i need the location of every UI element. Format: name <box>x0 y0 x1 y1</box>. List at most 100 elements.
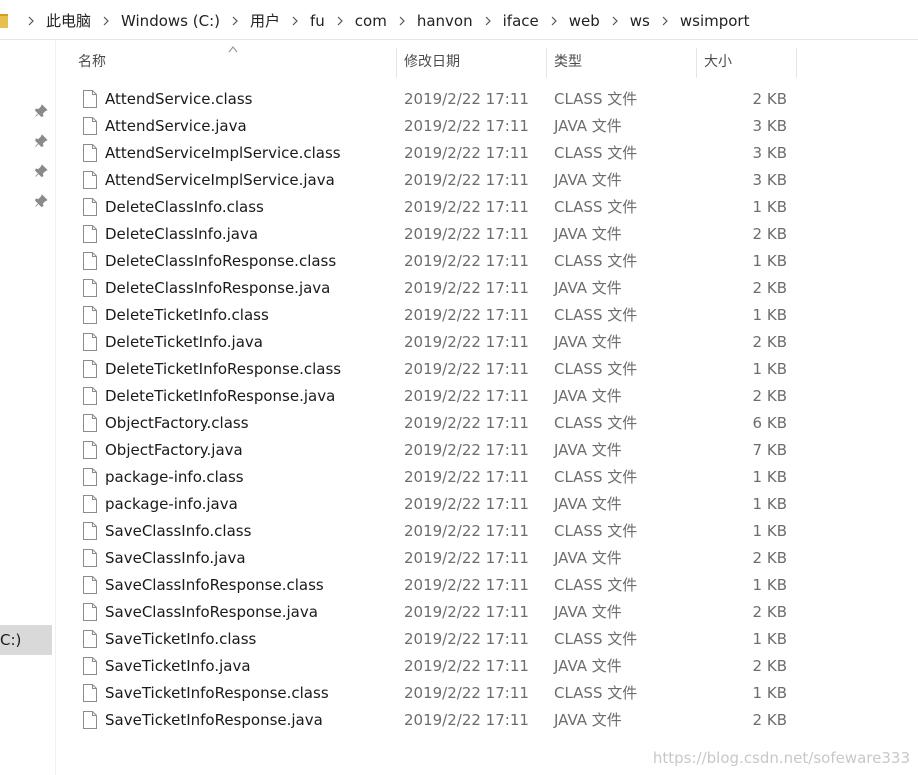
file-row[interactable]: DeleteClassInfoResponse.java 2019/2/22 17… <box>56 275 918 302</box>
column-divider[interactable] <box>396 48 397 78</box>
file-row[interactable]: AttendService.class 2019/2/22 17:11 CLASS … <box>56 86 918 113</box>
file-row[interactable]: SaveTicketInfoResponse.java 2019/2/22 17:… <box>56 707 918 734</box>
file-type: CLASS 文件 <box>554 90 638 108</box>
file-modified-date: 2019/2/22 17:11 <box>404 144 529 162</box>
file-name[interactable]: package-info.java <box>105 491 238 518</box>
file-size: 1 KB <box>752 360 787 378</box>
column-header-type[interactable]: 类型 <box>554 44 582 80</box>
file-name[interactable]: SaveClassInfo.class <box>105 518 251 545</box>
file-name[interactable]: AttendService.class <box>105 86 252 113</box>
breadcrumb-item[interactable]: com <box>349 10 393 32</box>
file-row[interactable]: SaveTicketInfo.java 2019/2/22 17:11 JAVA 文… <box>56 653 918 680</box>
file-row[interactable]: SaveTicketInfoResponse.class 2019/2/22 17… <box>56 680 918 707</box>
file-type: CLASS 文件 <box>554 306 638 324</box>
file-name[interactable]: AttendService.java <box>105 113 247 140</box>
file-name[interactable]: DeleteClassInfoResponse.class <box>105 248 336 275</box>
file-name[interactable]: SaveClassInfoResponse.class <box>105 572 324 599</box>
chevron-right-icon[interactable] <box>393 16 411 26</box>
file-name[interactable]: DeleteTicketInfoResponse.java <box>105 383 335 410</box>
file-row[interactable]: DeleteClassInfo.java 2019/2/22 17:11 JAVA … <box>56 221 918 248</box>
file-modified-date: 2019/2/22 17:11 <box>404 279 529 297</box>
file-size: 1 KB <box>752 630 787 648</box>
file-row[interactable]: SaveClassInfo.java 2019/2/22 17:11 JAVA 文件… <box>56 545 918 572</box>
file-name[interactable]: DeleteTicketInfo.java <box>105 329 263 356</box>
pin-icon[interactable] <box>34 193 48 207</box>
file-name[interactable]: DeleteTicketInfo.class <box>105 302 269 329</box>
chevron-right-icon[interactable] <box>479 16 497 26</box>
file-type: JAVA 文件 <box>554 225 622 243</box>
file-row[interactable]: package-info.class 2019/2/22 17:11 CLASS 文… <box>56 464 918 491</box>
file-type: JAVA 文件 <box>554 603 622 621</box>
chevron-right-icon[interactable] <box>545 16 563 26</box>
chevron-right-icon[interactable] <box>226 16 244 26</box>
file-modified-date: 2019/2/22 17:11 <box>404 549 529 567</box>
breadcrumb-item[interactable]: wsimport <box>674 10 756 32</box>
file-row[interactable]: SaveTicketInfo.class 2019/2/22 17:11 CLASS… <box>56 626 918 653</box>
file-row[interactable]: DeleteClassInfoResponse.class 2019/2/22 1… <box>56 248 918 275</box>
file-icon <box>83 414 97 432</box>
file-row[interactable]: SaveClassInfoResponse.class 2019/2/22 17:… <box>56 572 918 599</box>
watermark: https://blog.csdn.net/sofeware333 <box>652 749 910 767</box>
breadcrumb-item[interactable]: iface <box>497 10 545 32</box>
file-name[interactable]: DeleteTicketInfoResponse.class <box>105 356 341 383</box>
file-row[interactable]: DeleteTicketInfo.class 2019/2/22 17:11 CLA… <box>56 302 918 329</box>
pin-icon[interactable] <box>34 103 48 117</box>
file-name[interactable]: SaveTicketInfoResponse.class <box>105 680 329 707</box>
file-row[interactable]: ObjectFactory.class 2019/2/22 17:11 CLASS … <box>56 410 918 437</box>
breadcrumb-item[interactable]: ws <box>624 10 656 32</box>
file-name[interactable]: AttendServiceImplService.class <box>105 140 341 167</box>
column-header-name[interactable]: 名称 <box>78 44 106 80</box>
file-size: 3 KB <box>752 171 787 189</box>
nav-item-windows-drive[interactable]: C:) <box>0 625 52 655</box>
file-type: JAVA 文件 <box>554 711 622 729</box>
file-row[interactable]: DeleteClassInfo.class 2019/2/22 17:11 CLAS… <box>56 194 918 221</box>
breadcrumb-item[interactable]: 此电脑 <box>40 10 97 32</box>
breadcrumb-item[interactable]: fu <box>304 10 331 32</box>
pin-icon[interactable] <box>34 133 48 147</box>
chevron-right-icon[interactable] <box>656 16 674 26</box>
file-type: CLASS 文件 <box>554 522 638 540</box>
column-divider[interactable] <box>796 48 797 78</box>
file-name[interactable]: SaveClassInfo.java <box>105 545 246 572</box>
breadcrumb-item[interactable]: 用户 <box>244 10 286 32</box>
file-name[interactable]: package-info.class <box>105 464 244 491</box>
file-name[interactable]: ObjectFactory.java <box>105 437 243 464</box>
file-row[interactable]: AttendService.java 2019/2/22 17:11 JAVA 文件… <box>56 113 918 140</box>
file-size: 1 KB <box>752 306 787 324</box>
chevron-right-icon[interactable] <box>286 16 304 26</box>
column-header-size[interactable]: 大小 <box>704 44 732 80</box>
file-name[interactable]: SaveTicketInfoResponse.java <box>105 707 323 734</box>
sort-ascending-icon <box>228 38 238 53</box>
column-divider[interactable] <box>546 48 547 78</box>
file-name[interactable]: SaveTicketInfo.java <box>105 653 251 680</box>
column-header-date[interactable]: 修改日期 <box>404 44 460 80</box>
breadcrumb-item[interactable]: web <box>563 10 606 32</box>
file-name[interactable]: ObjectFactory.class <box>105 410 249 437</box>
file-row[interactable]: ObjectFactory.java 2019/2/22 17:11 JAVA 文件… <box>56 437 918 464</box>
file-name[interactable]: DeleteClassInfo.class <box>105 194 264 221</box>
breadcrumb-item[interactable]: hanvon <box>411 10 479 32</box>
file-name[interactable]: DeleteClassInfo.java <box>105 221 258 248</box>
breadcrumb[interactable]: 此电脑 Windows (C:) 用户 fu com hanvon iface web ws ws… <box>0 0 918 40</box>
chevron-right-icon[interactable] <box>97 16 115 26</box>
chevron-right-icon[interactable] <box>22 16 40 26</box>
column-divider[interactable] <box>696 48 697 78</box>
file-row[interactable]: package-info.java 2019/2/22 17:11 JAVA 文件 1… <box>56 491 918 518</box>
file-row[interactable]: SaveClassInfoResponse.java 2019/2/22 17:1… <box>56 599 918 626</box>
file-row[interactable]: DeleteTicketInfoResponse.java 2019/2/22 1… <box>56 383 918 410</box>
file-size: 7 KB <box>752 441 787 459</box>
breadcrumb-item[interactable]: Windows (C:) <box>115 10 226 32</box>
folder-icon <box>0 14 8 28</box>
file-name[interactable]: AttendServiceImplService.java <box>105 167 335 194</box>
file-row[interactable]: SaveClassInfo.class 2019/2/22 17:11 CLASS … <box>56 518 918 545</box>
file-name[interactable]: DeleteClassInfoResponse.java <box>105 275 330 302</box>
file-row[interactable]: AttendServiceImplService.java 2019/2/22 1… <box>56 167 918 194</box>
file-row[interactable]: DeleteTicketInfoResponse.class 2019/2/22 … <box>56 356 918 383</box>
file-row[interactable]: DeleteTicketInfo.java 2019/2/22 17:11 JAVA… <box>56 329 918 356</box>
file-name[interactable]: SaveClassInfoResponse.java <box>105 599 318 626</box>
chevron-right-icon[interactable] <box>606 16 624 26</box>
pin-icon[interactable] <box>34 163 48 177</box>
file-row[interactable]: AttendServiceImplService.class 2019/2/22 … <box>56 140 918 167</box>
file-name[interactable]: SaveTicketInfo.class <box>105 626 256 653</box>
chevron-right-icon[interactable] <box>331 16 349 26</box>
